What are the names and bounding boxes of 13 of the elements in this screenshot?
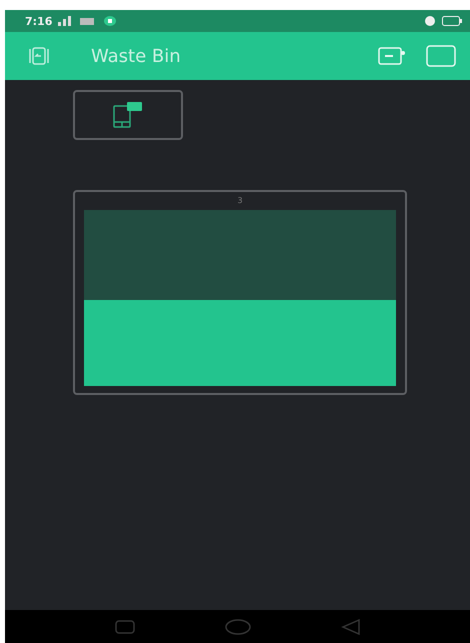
recents-icon[interactable] <box>114 620 134 634</box>
app-title: Waste Bin <box>91 46 181 66</box>
square-icon[interactable] <box>426 45 456 67</box>
level-label: 3 <box>237 196 243 207</box>
home-icon[interactable] <box>224 618 250 634</box>
device-icon[interactable] <box>378 47 406 65</box>
battery-icon <box>442 16 462 26</box>
notification-icon <box>104 16 116 26</box>
tablet-notification-icon <box>113 102 143 128</box>
status-time: 7:16 <box>25 14 52 28</box>
exit-icon[interactable] <box>27 46 51 66</box>
back-icon[interactable] <box>340 618 360 634</box>
device-tile[interactable] <box>73 90 183 140</box>
